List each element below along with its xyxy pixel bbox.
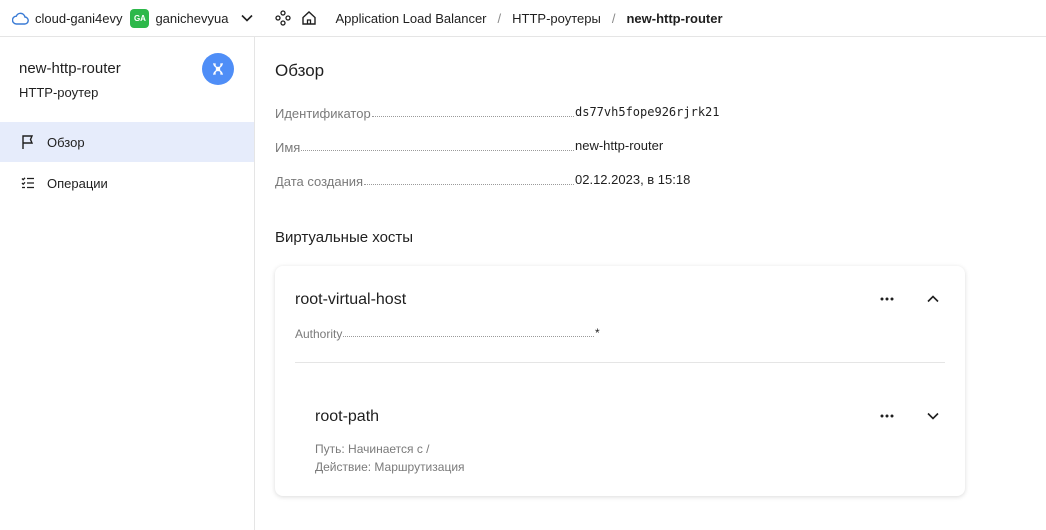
authority-row: Authority * (295, 323, 600, 341)
folder-badge: GA (130, 8, 150, 28)
chevron-up-icon[interactable] (922, 288, 944, 310)
field-row-name: Имя new-http-router (275, 135, 663, 155)
dotted-leader (343, 336, 594, 337)
resource-name: new-http-router (19, 60, 121, 77)
sidebar-item-overview[interactable]: Обзор (0, 122, 254, 162)
flag-icon (19, 133, 37, 151)
field-label: Дата создания (275, 174, 364, 189)
route-path: Путь: Начинается с / (315, 442, 430, 456)
field-label: Идентификатор (275, 106, 371, 121)
route-name: root-path (315, 408, 380, 425)
sidebar-item-operations[interactable]: Операции (0, 163, 254, 203)
top-bar: cloud-gani4evy GA ganichevyua Applicatio… (0, 0, 1046, 37)
authority-value: * (595, 326, 600, 340)
virtual-host-name: root-virtual-host (295, 291, 407, 308)
breadcrumb-separator: / (611, 10, 616, 26)
router-icon (202, 53, 234, 85)
cloud-icon (11, 9, 29, 27)
resource-type: HTTP-роутер (19, 85, 99, 100)
sidebar-item-label: Обзор (47, 134, 85, 150)
breadcrumb-separator: / (497, 10, 502, 26)
field-value-created: 02.12.2023, в 15:18 (575, 172, 691, 187)
virtual-host-card: root-virtual-host Authority * root-path … (275, 266, 965, 496)
field-row-created: Дата создания 02.12.2023, в 15:18 (275, 169, 690, 189)
list-icon (19, 174, 37, 192)
route-action: Действие: Маршрутизация (315, 460, 465, 474)
chevron-down-icon[interactable] (240, 11, 254, 25)
route-more-actions-icon[interactable] (876, 405, 898, 427)
more-actions-icon[interactable] (876, 288, 898, 310)
field-row-id: Идентификатор ds77vh5fope926rjrk21 (275, 101, 720, 121)
cloud-selector[interactable]: cloud-gani4evy (11, 9, 122, 27)
dotted-leader (371, 116, 574, 117)
page-title: Обзор (275, 61, 325, 80)
services-icon[interactable] (274, 9, 292, 27)
home-icon[interactable] (300, 9, 318, 27)
field-value-id: ds77vh5fope926rjrk21 (575, 105, 720, 119)
sidebar: new-http-router HTTP-роутер Обзор Операц… (0, 37, 255, 530)
chevron-down-icon[interactable] (922, 405, 944, 427)
sidebar-item-label: Операции (47, 175, 108, 191)
dotted-leader (301, 150, 574, 151)
folder-name[interactable]: ganichevyua (155, 11, 228, 26)
dotted-leader (364, 184, 574, 185)
field-label: Имя (275, 140, 301, 155)
main-content: Обзор Идентификатор ds77vh5fope926rjrk21… (255, 37, 1046, 530)
breadcrumb-http-routers[interactable]: HTTP-роутеры (512, 11, 601, 26)
breadcrumb-alb[interactable]: Application Load Balancer (335, 11, 486, 26)
breadcrumb: Application Load Balancer / HTTP-роутеры… (335, 11, 722, 26)
authority-label: Authority (295, 327, 343, 341)
cloud-name: cloud-gani4evy (35, 10, 123, 26)
field-value-name: new-http-router (575, 138, 664, 153)
breadcrumb-current: new-http-router (626, 10, 723, 26)
virtual-hosts-title: Виртуальные хосты (275, 229, 414, 246)
divider (295, 362, 945, 363)
